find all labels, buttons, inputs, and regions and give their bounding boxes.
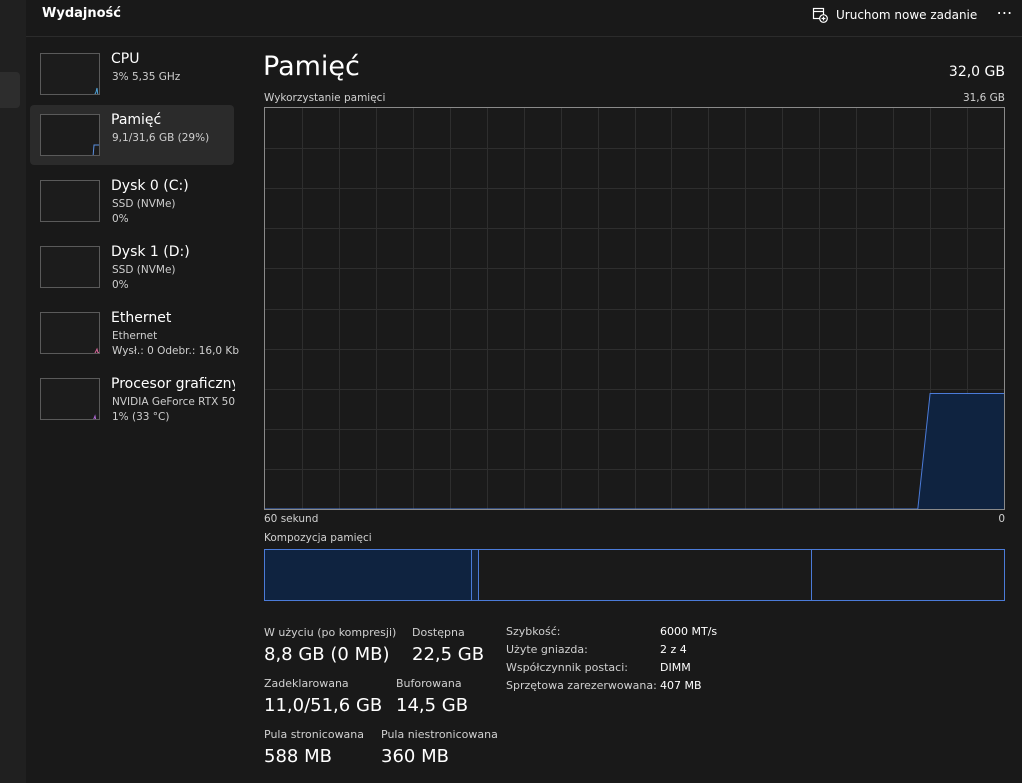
composition-in-use-segment[interactable] bbox=[265, 550, 472, 600]
x-axis-left-label: 60 sekund bbox=[264, 513, 319, 525]
stat-label: W użyciu (po kompresji) bbox=[264, 626, 397, 639]
memory-thumbnail-graph bbox=[40, 114, 100, 156]
memory-usage-max: 31,6 GB bbox=[962, 92, 1005, 104]
device-detail: SSD (NVMe) bbox=[112, 198, 176, 210]
disk-0-thumbnail-graph bbox=[40, 180, 100, 222]
property-key: Użyte gniazda: bbox=[506, 643, 588, 656]
property-key: Sprzętowa zarezerwowana: bbox=[506, 679, 657, 692]
stat-value: 588 MB bbox=[264, 746, 332, 767]
stat-label: Pula niestronicowana bbox=[381, 728, 498, 741]
property-value: 2 z 4 bbox=[660, 643, 687, 656]
device-name: Dysk 1 (D:) bbox=[111, 244, 190, 260]
stat-label: Buforowana bbox=[396, 677, 462, 690]
stat-committed: Zadeklarowana 11,0/51,6 GB bbox=[264, 677, 382, 716]
device-detail: Ethernet bbox=[112, 330, 158, 342]
detail-title: Pamięć bbox=[263, 51, 360, 82]
device-gpu[interactable]: Procesor graficzny NVIDIA GeForce RTX 50… bbox=[30, 369, 235, 429]
property-key: Szybkość: bbox=[506, 625, 561, 638]
run-new-task-button[interactable]: Uruchom nowe zadanie bbox=[812, 4, 977, 26]
stat-value: 11,0/51,6 GB bbox=[264, 695, 383, 716]
property-value: DIMM bbox=[660, 661, 691, 674]
composition-modified-segment[interactable] bbox=[472, 550, 479, 600]
page-title: Wydajność bbox=[42, 6, 121, 21]
device-detail: 3% 5,35 GHz bbox=[112, 71, 181, 83]
memory-usage-chart bbox=[265, 108, 1004, 509]
device-name: Ethernet bbox=[111, 310, 172, 326]
stat-value: 8,8 GB (0 MB) bbox=[264, 644, 390, 665]
stat-label: Zadeklarowana bbox=[264, 677, 349, 690]
new-task-icon bbox=[812, 7, 828, 23]
device-ethernet[interactable]: Ethernet Ethernet Wysł.: 0 Odebr.: 16,0 … bbox=[30, 303, 239, 363]
nav-rail-selected-indicator[interactable] bbox=[0, 72, 20, 108]
device-name: CPU bbox=[111, 51, 140, 67]
top-bar: Wydajność Uruchom nowe zadanie ⋯ bbox=[26, 0, 1022, 37]
stat-value: 14,5 GB bbox=[396, 695, 469, 716]
device-memory[interactable]: Pamięć 9,1/31,6 GB (29%) bbox=[30, 105, 234, 165]
device-detail: SSD (NVMe) bbox=[112, 264, 176, 276]
more-options-icon[interactable]: ⋯ bbox=[992, 3, 1018, 23]
stat-label: Dostępna bbox=[412, 626, 465, 639]
memory-total: 32,0 GB bbox=[948, 64, 1005, 80]
property-value: 6000 MT/s bbox=[660, 625, 718, 638]
stat-value: 22,5 GB bbox=[412, 644, 485, 665]
ethernet-thumbnail-graph bbox=[40, 312, 100, 354]
device-disk-0[interactable]: Dysk 0 (C:) SSD (NVMe) 0% bbox=[30, 171, 234, 231]
device-usage: 0% bbox=[112, 213, 129, 225]
device-detail: 9,1/31,6 GB (29%) bbox=[112, 132, 210, 144]
run-new-task-label: Uruchom nowe zadanie bbox=[836, 8, 978, 22]
property-value: 407 MB bbox=[660, 679, 702, 692]
cpu-thumbnail-graph bbox=[40, 53, 100, 95]
memory-usage-graph bbox=[264, 107, 1005, 510]
composition-standby-segment[interactable] bbox=[479, 550, 812, 600]
composition-free-segment[interactable] bbox=[812, 550, 1004, 600]
stat-label: Pula stronicowana bbox=[264, 728, 365, 741]
memory-composition-label: Kompozycja pamięci bbox=[264, 532, 372, 544]
stat-nonpaged-pool: Pula niestronicowana 360 MB bbox=[381, 728, 498, 767]
stat-cached: Buforowana 14,5 GB bbox=[396, 677, 468, 716]
memory-composition-bar bbox=[264, 549, 1005, 601]
device-cpu[interactable]: CPU 3% 5,35 GHz bbox=[30, 44, 234, 104]
device-name: Pamięć bbox=[111, 112, 162, 128]
device-name: Dysk 0 (C:) bbox=[111, 178, 189, 194]
performance-page: Wydajność Uruchom nowe zadanie ⋯ CPU 3% … bbox=[26, 0, 1022, 783]
stat-in-use: W użyciu (po kompresji) 8,8 GB (0 MB) bbox=[264, 626, 396, 665]
stat-available: Dostępna 22,5 GB bbox=[412, 626, 484, 665]
x-axis-right-label: 0 bbox=[998, 513, 1005, 525]
device-usage: Wysł.: 0 Odebr.: 16,0 Kb bbox=[112, 345, 239, 357]
stat-paged-pool: Pula stronicowana 588 MB bbox=[264, 728, 364, 767]
property-key: Współczynnik postaci: bbox=[506, 661, 628, 674]
device-usage: 0% bbox=[112, 279, 129, 291]
device-detail: NVIDIA GeForce RTX 509 bbox=[112, 396, 235, 408]
memory-usage-label: Wykorzystanie pamięci bbox=[264, 92, 386, 104]
stat-value: 360 MB bbox=[381, 746, 449, 767]
device-name: Procesor graficzny bbox=[111, 376, 235, 392]
disk-1-thumbnail-graph bbox=[40, 246, 100, 288]
device-disk-1[interactable]: Dysk 1 (D:) SSD (NVMe) 0% bbox=[30, 237, 234, 297]
device-usage: 1% (33 °C) bbox=[112, 411, 170, 423]
gpu-thumbnail-graph bbox=[40, 378, 100, 420]
nav-rail bbox=[0, 0, 26, 783]
